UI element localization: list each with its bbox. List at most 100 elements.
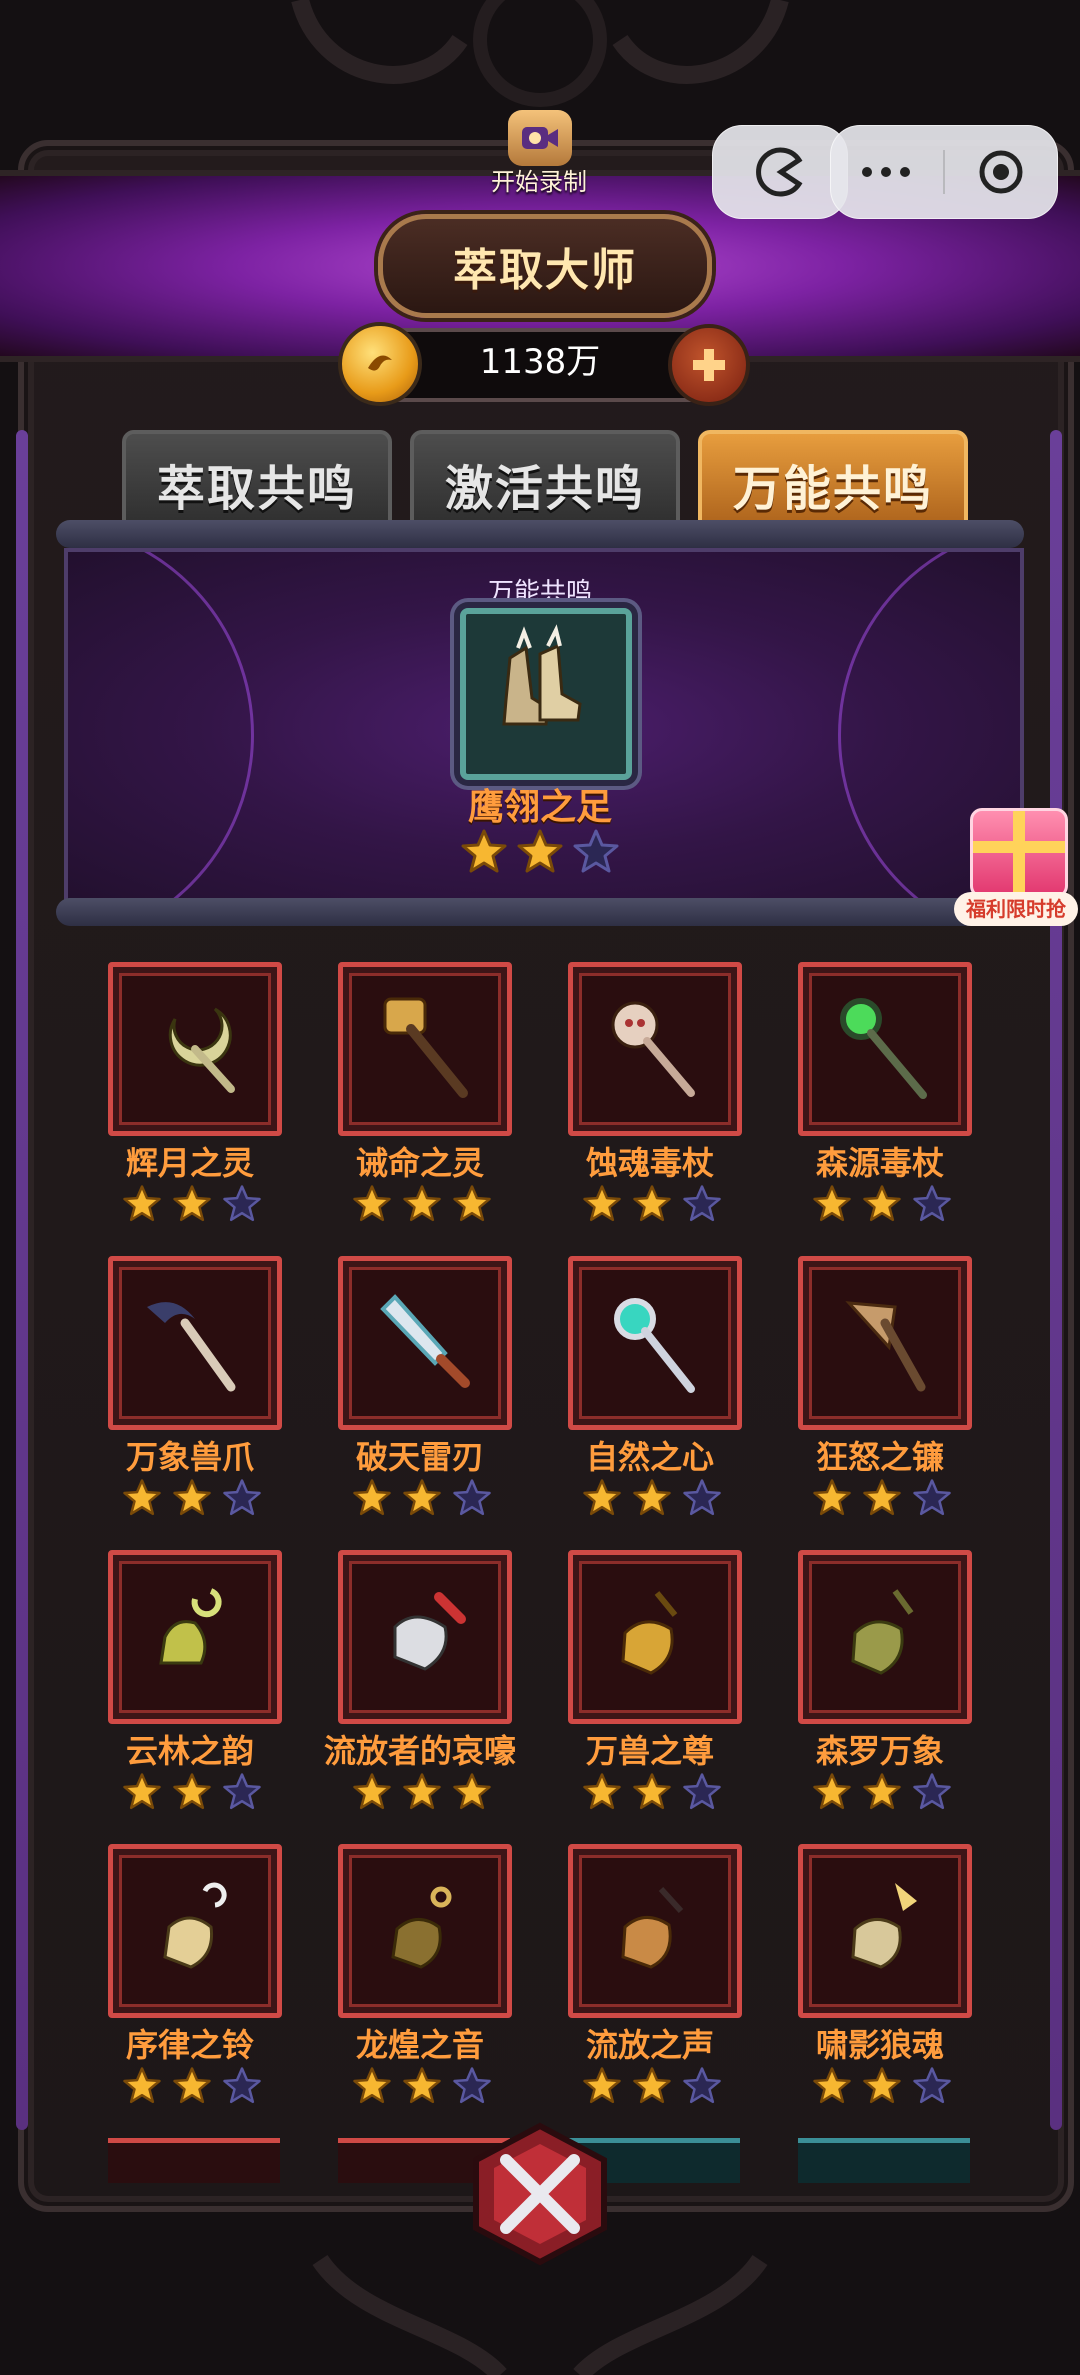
item-name: 森罗万象: [815, 1732, 944, 1770]
copper-bell-icon: [621, 1886, 684, 1969]
item-name: 序律之铃: [125, 2026, 254, 2064]
record-button[interactable]: 开始录制: [484, 110, 594, 200]
item-name: 万兽之尊: [585, 1732, 714, 1770]
item-star-rating: [812, 1772, 952, 1812]
crossed-swords-icon: [473, 2122, 607, 2266]
item-card[interactable]: 辉月之灵: [104, 962, 304, 1242]
item-card[interactable]: 森罗万象: [794, 1550, 994, 1830]
pacman-capsule-button[interactable]: [712, 125, 848, 219]
item-star-rating: [582, 1478, 722, 1518]
item-slot[interactable]: [108, 1550, 282, 1724]
promo-gift-button[interactable]: 福利限时抢: [952, 800, 1080, 940]
item-card[interactable]: 森源毒杖: [794, 962, 994, 1242]
star-filled-icon: [632, 1772, 672, 1812]
item-card[interactable]: 龙煌之音: [334, 1844, 534, 2124]
item-name: 流放之声: [585, 2026, 714, 2064]
item-card[interactable]: 自然之心: [564, 1256, 764, 1536]
item-slot[interactable]: [108, 962, 282, 1136]
item-star-rating: [812, 2066, 952, 2106]
item-card[interactable]: 云林之韵: [104, 1550, 304, 1830]
item-card[interactable]: 狂怒之镰: [794, 1256, 994, 1536]
item-name: 自然之心: [585, 1438, 714, 1476]
star-filled-icon: [812, 1772, 852, 1812]
star-filled-icon: [172, 1478, 212, 1518]
star-filled-icon: [402, 2066, 442, 2106]
item-star-rating: [352, 1184, 492, 1224]
item-slot[interactable]: [798, 1550, 972, 1724]
close-miniprogram-button[interactable]: [971, 146, 1031, 198]
item-card[interactable]: 蚀魂毒杖: [564, 962, 764, 1242]
spike-bell-icon: [851, 1883, 917, 1969]
item-name: 云林之韵: [125, 1732, 254, 1770]
featured-item-slot[interactable]: [460, 608, 632, 780]
promo-label: 福利限时抢: [954, 892, 1078, 926]
item-name: 森源毒杖: [815, 1144, 944, 1182]
star-filled-icon: [352, 1772, 392, 1812]
target-icon: [979, 150, 1023, 194]
item-slot[interactable]: [568, 1844, 742, 2018]
partial-item-slot: [108, 2138, 280, 2183]
item-card[interactable]: 流放者的哀嚎: [324, 1550, 534, 1830]
star-empty-icon: [912, 1184, 952, 1224]
video-camera-icon: [508, 110, 572, 166]
frame-side-left: [16, 430, 28, 2130]
item-slot[interactable]: [568, 962, 742, 1136]
star-filled-icon: [122, 2066, 162, 2106]
star-filled-icon: [122, 1184, 162, 1224]
item-card[interactable]: 流放之声: [564, 1844, 764, 2124]
item-card[interactable]: 万兽之尊: [564, 1550, 764, 1830]
item-star-rating: [582, 2066, 722, 2106]
star-filled-icon: [460, 828, 508, 876]
more-menu-button[interactable]: [851, 150, 921, 194]
item-card[interactable]: 诫命之灵: [334, 962, 534, 1242]
item-star-rating: [122, 2066, 262, 2106]
page-title: 萃取大师: [453, 245, 637, 296]
item-star-rating: [352, 1772, 492, 1812]
item-slot[interactable]: [568, 1256, 742, 1430]
star-empty-icon: [682, 2066, 722, 2106]
item-name: 啸影狼魂: [815, 2026, 944, 2064]
item-slot[interactable]: [108, 1256, 282, 1430]
golden-bell-icon: [621, 1591, 678, 1675]
item-slot[interactable]: [338, 1256, 512, 1430]
star-filled-icon: [402, 1184, 442, 1224]
item-slot[interactable]: [338, 1844, 512, 2018]
star-filled-icon: [402, 1478, 442, 1518]
add-currency-button[interactable]: [668, 324, 750, 406]
item-card[interactable]: 万象兽爪: [104, 1256, 304, 1536]
item-star-rating: [582, 1772, 722, 1812]
star-filled-icon: [862, 1772, 902, 1812]
close-button[interactable]: [466, 2120, 614, 2268]
item-slot[interactable]: [798, 1844, 972, 2018]
star-empty-icon: [912, 1772, 952, 1812]
item-name: 狂怒之镰: [815, 1438, 944, 1476]
item-star-rating: [812, 1478, 952, 1518]
record-label: 开始录制: [491, 168, 587, 196]
item-slot[interactable]: [798, 1256, 972, 1430]
item-card[interactable]: 序律之铃: [104, 1844, 304, 2124]
star-filled-icon: [122, 1478, 162, 1518]
item-slot[interactable]: [798, 962, 972, 1136]
green-orb-staff-icon: [840, 998, 927, 1099]
item-slot[interactable]: [338, 962, 512, 1136]
star-filled-icon: [402, 1772, 442, 1812]
item-slot[interactable]: [108, 1844, 282, 2018]
item-name: 流放者的哀嚎: [323, 1732, 516, 1770]
item-card[interactable]: 破天雷刃: [334, 1256, 534, 1536]
featured-item-name: 鹰翎之足: [467, 787, 612, 828]
star-filled-icon: [122, 1772, 162, 1812]
star-filled-icon: [582, 1772, 622, 1812]
star-filled-icon: [582, 1478, 622, 1518]
item-name: 万象兽爪: [125, 1438, 254, 1476]
item-card[interactable]: 啸影狼魂: [794, 1844, 994, 2124]
item-slot[interactable]: [568, 1550, 742, 1724]
featured-star-rating: [460, 828, 620, 876]
star-filled-icon: [862, 1184, 902, 1224]
currency-amount: 1138万: [479, 342, 601, 382]
claw-staff-icon: [147, 1302, 236, 1392]
star-empty-icon: [222, 1478, 262, 1518]
item-slot[interactable]: [338, 1550, 512, 1724]
star-filled-icon: [812, 1478, 852, 1518]
more-dots-icon: [862, 167, 910, 177]
star-empty-icon: [222, 1772, 262, 1812]
